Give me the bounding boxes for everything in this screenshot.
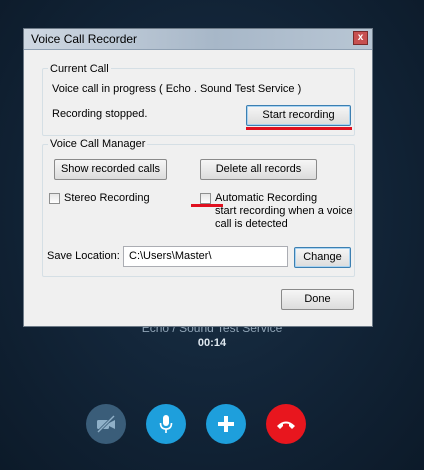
highlight-underline [246, 127, 352, 130]
call-status-text: Voice call in progress ( Echo . Sound Te… [52, 83, 302, 95]
save-location-field[interactable]: C:\Users\Master\ [123, 246, 288, 267]
plus-icon [217, 415, 235, 433]
voice-call-recorder-window: Voice Call Recorder x Current Call Voice… [23, 28, 373, 327]
microphone-button[interactable] [146, 404, 186, 444]
call-timer: 00:14 [197, 337, 227, 349]
window-title: Voice Call Recorder [31, 32, 138, 46]
automatic-recording-description-1: start recording when a voice [215, 205, 353, 217]
automatic-recording-label: Automatic Recording [215, 192, 318, 204]
automatic-recording-checkbox[interactable] [200, 193, 211, 204]
start-recording-button[interactable]: Start recording [246, 105, 351, 126]
automatic-recording-description-2: call is detected [215, 218, 288, 230]
current-call-label: Current Call [48, 63, 111, 75]
recording-status-text: Recording stopped. [52, 108, 148, 120]
save-location-label: Save Location: [47, 250, 120, 262]
change-location-button[interactable]: Change [294, 247, 351, 268]
delete-all-records-button[interactable]: Delete all records [200, 159, 317, 180]
microphone-icon [158, 414, 174, 434]
stereo-recording-checkbox[interactable] [49, 193, 60, 204]
close-button[interactable]: x [353, 31, 368, 45]
video-off-icon [95, 415, 117, 433]
add-participant-button[interactable] [206, 404, 246, 444]
close-icon: x [357, 32, 364, 43]
video-toggle-button[interactable] [86, 404, 126, 444]
stereo-recording-label: Stereo Recording [64, 192, 150, 204]
done-button[interactable]: Done [281, 289, 354, 310]
hang-up-icon [275, 417, 297, 431]
window-titlebar[interactable]: Voice Call Recorder x [24, 29, 372, 50]
show-recorded-calls-button[interactable]: Show recorded calls [54, 159, 167, 180]
hang-up-button[interactable] [266, 404, 306, 444]
checkbox-highlight-mark [191, 204, 223, 207]
voice-call-manager-label: Voice Call Manager [48, 138, 148, 150]
